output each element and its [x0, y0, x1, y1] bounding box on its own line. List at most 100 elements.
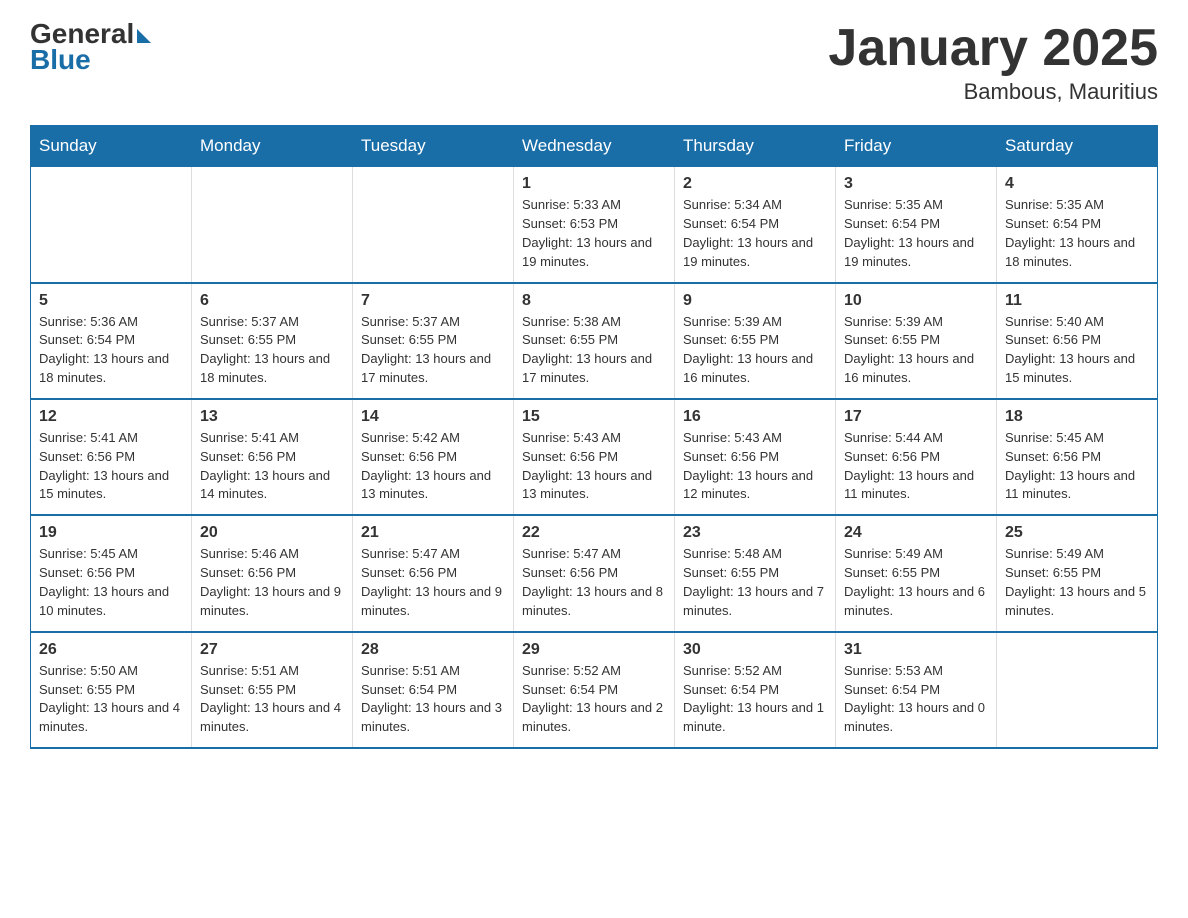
- calendar-cell: 29Sunrise: 5:52 AMSunset: 6:54 PMDayligh…: [514, 632, 675, 748]
- day-info: Sunrise: 5:36 AMSunset: 6:54 PMDaylight:…: [39, 313, 183, 388]
- day-number: 21: [361, 524, 505, 542]
- weekday-header-friday: Friday: [836, 126, 997, 167]
- day-info: Sunrise: 5:35 AMSunset: 6:54 PMDaylight:…: [1005, 196, 1149, 271]
- calendar-cell: 13 Sunrise: 5:41 AMSunset: 6:56 PMDayligh…: [192, 399, 353, 515]
- weekday-header-row: SundayMondayTuesdayWednesdayThursdayFrid…: [31, 126, 1158, 167]
- calendar-cell: [31, 167, 192, 283]
- day-number: 10: [844, 292, 988, 310]
- day-info: Sunrise: 5:51 AMSunset: 6:54 PMDaylight:…: [361, 662, 505, 737]
- weekday-header-tuesday: Tuesday: [353, 126, 514, 167]
- calendar-cell: 27 Sunrise: 5:51 AMSunset: 6:55 PMDayligh…: [192, 632, 353, 748]
- day-number: 23: [683, 524, 827, 542]
- day-number: 15: [522, 408, 666, 426]
- page-header: General Blue January 2025 Bambous, Mauri…: [30, 20, 1158, 105]
- day-info: Sunrise: 5:47 AMSunset: 6:56 PMDaylight:…: [361, 545, 505, 620]
- calendar-cell: 9 Sunrise: 5:39 AMSunset: 6:55 PMDaylight…: [675, 283, 836, 399]
- calendar-cell: 1 Sunrise: 5:33 AMSunset: 6:53 PMDaylight…: [514, 167, 675, 283]
- day-number: 25: [1005, 524, 1149, 542]
- calendar-cell: 10 Sunrise: 5:39 AMSunset: 6:55 PMDayligh…: [836, 283, 997, 399]
- title-block: January 2025 Bambous, Mauritius: [828, 20, 1158, 105]
- day-number: 11: [1005, 292, 1149, 310]
- day-number: 9: [683, 292, 827, 310]
- day-number: 20: [200, 524, 344, 542]
- day-info: Sunrise: 5:48 AMSunset: 6:55 PMDaylight:…: [683, 545, 827, 620]
- day-number: 26: [39, 641, 183, 659]
- calendar-week-row: 1 Sunrise: 5:33 AMSunset: 6:53 PMDaylight…: [31, 167, 1158, 283]
- day-number: 13: [200, 408, 344, 426]
- day-info: Sunrise: 5:42 AMSunset: 6:56 PMDaylight:…: [361, 429, 505, 504]
- day-info: Sunrise: 5:33 AMSunset: 6:53 PMDaylight:…: [522, 196, 666, 271]
- calendar-cell: 3 Sunrise: 5:35 AMSunset: 6:54 PMDaylight…: [836, 167, 997, 283]
- day-info: Sunrise: 5:51 AMSunset: 6:55 PMDaylight:…: [200, 662, 344, 737]
- calendar-cell: [997, 632, 1158, 748]
- calendar-cell: 11 Sunrise: 5:40 AMSunset: 6:56 PMDayligh…: [997, 283, 1158, 399]
- calendar-cell: 5 Sunrise: 5:36 AMSunset: 6:54 PMDaylight…: [31, 283, 192, 399]
- day-info: Sunrise: 5:49 AMSunset: 6:55 PMDaylight:…: [844, 545, 988, 620]
- day-info: Sunrise: 5:37 AMSunset: 6:55 PMDaylight:…: [361, 313, 505, 388]
- day-info: Sunrise: 5:35 AMSunset: 6:54 PMDaylight:…: [844, 196, 988, 271]
- calendar-cell: 23 Sunrise: 5:48 AMSunset: 6:55 PMDayligh…: [675, 515, 836, 631]
- calendar-week-row: 26 Sunrise: 5:50 AMSunset: 6:55 PMDayligh…: [31, 632, 1158, 748]
- day-number: 18: [1005, 408, 1149, 426]
- calendar-cell: [192, 167, 353, 283]
- calendar-cell: 2 Sunrise: 5:34 AMSunset: 6:54 PMDaylight…: [675, 167, 836, 283]
- day-number: 14: [361, 408, 505, 426]
- day-number: 3: [844, 175, 988, 193]
- day-info: Sunrise: 5:40 AMSunset: 6:56 PMDaylight:…: [1005, 313, 1149, 388]
- day-number: 4: [1005, 175, 1149, 193]
- calendar-cell: 6Sunrise: 5:37 AMSunset: 6:55 PMDaylight…: [192, 283, 353, 399]
- day-info: Sunrise: 5:52 AMSunset: 6:54 PMDaylight:…: [522, 662, 666, 737]
- calendar-week-row: 19Sunrise: 5:45 AMSunset: 6:56 PMDayligh…: [31, 515, 1158, 631]
- calendar-title: January 2025: [828, 20, 1158, 77]
- day-info: Sunrise: 5:49 AMSunset: 6:55 PMDaylight:…: [1005, 545, 1149, 620]
- day-info: Sunrise: 5:39 AMSunset: 6:55 PMDaylight:…: [683, 313, 827, 388]
- calendar-table: SundayMondayTuesdayWednesdayThursdayFrid…: [30, 125, 1158, 749]
- calendar-cell: 30Sunrise: 5:52 AMSunset: 6:54 PMDayligh…: [675, 632, 836, 748]
- calendar-cell: 20 Sunrise: 5:46 AMSunset: 6:56 PMDayligh…: [192, 515, 353, 631]
- calendar-cell: 16 Sunrise: 5:43 AMSunset: 6:56 PMDayligh…: [675, 399, 836, 515]
- calendar-cell: 31Sunrise: 5:53 AMSunset: 6:54 PMDayligh…: [836, 632, 997, 748]
- day-info: Sunrise: 5:44 AMSunset: 6:56 PMDaylight:…: [844, 429, 988, 504]
- weekday-header-wednesday: Wednesday: [514, 126, 675, 167]
- calendar-cell: 8Sunrise: 5:38 AMSunset: 6:55 PMDaylight…: [514, 283, 675, 399]
- calendar-cell: 17 Sunrise: 5:44 AMSunset: 6:56 PMDayligh…: [836, 399, 997, 515]
- weekday-header-sunday: Sunday: [31, 126, 192, 167]
- calendar-cell: 7 Sunrise: 5:37 AMSunset: 6:55 PMDaylight…: [353, 283, 514, 399]
- day-number: 17: [844, 408, 988, 426]
- day-info: Sunrise: 5:39 AMSunset: 6:55 PMDaylight:…: [844, 313, 988, 388]
- day-number: 5: [39, 292, 183, 310]
- day-number: 8: [522, 292, 666, 310]
- calendar-cell: [353, 167, 514, 283]
- calendar-cell: 21 Sunrise: 5:47 AMSunset: 6:56 PMDayligh…: [353, 515, 514, 631]
- calendar-cell: 24Sunrise: 5:49 AMSunset: 6:55 PMDayligh…: [836, 515, 997, 631]
- day-info: Sunrise: 5:52 AMSunset: 6:54 PMDaylight:…: [683, 662, 827, 737]
- day-info: Sunrise: 5:43 AMSunset: 6:56 PMDaylight:…: [522, 429, 666, 504]
- day-number: 22: [522, 524, 666, 542]
- calendar-cell: 28Sunrise: 5:51 AMSunset: 6:54 PMDayligh…: [353, 632, 514, 748]
- day-info: Sunrise: 5:41 AMSunset: 6:56 PMDaylight:…: [200, 429, 344, 504]
- day-info: Sunrise: 5:46 AMSunset: 6:56 PMDaylight:…: [200, 545, 344, 620]
- day-number: 19: [39, 524, 183, 542]
- weekday-header-saturday: Saturday: [997, 126, 1158, 167]
- day-number: 12: [39, 408, 183, 426]
- calendar-cell: 4 Sunrise: 5:35 AMSunset: 6:54 PMDaylight…: [997, 167, 1158, 283]
- day-info: Sunrise: 5:43 AMSunset: 6:56 PMDaylight:…: [683, 429, 827, 504]
- calendar-cell: 22Sunrise: 5:47 AMSunset: 6:56 PMDayligh…: [514, 515, 675, 631]
- day-info: Sunrise: 5:45 AMSunset: 6:56 PMDaylight:…: [1005, 429, 1149, 504]
- day-number: 7: [361, 292, 505, 310]
- day-info: Sunrise: 5:53 AMSunset: 6:54 PMDaylight:…: [844, 662, 988, 737]
- weekday-header-thursday: Thursday: [675, 126, 836, 167]
- calendar-subtitle: Bambous, Mauritius: [828, 79, 1158, 105]
- calendar-cell: 14 Sunrise: 5:42 AMSunset: 6:56 PMDayligh…: [353, 399, 514, 515]
- calendar-cell: 15 Sunrise: 5:43 AMSunset: 6:56 PMDayligh…: [514, 399, 675, 515]
- logo-arrow-icon: [137, 29, 151, 43]
- logo: General Blue: [30, 20, 151, 76]
- day-info: Sunrise: 5:50 AMSunset: 6:55 PMDaylight:…: [39, 662, 183, 737]
- day-info: Sunrise: 5:34 AMSunset: 6:54 PMDaylight:…: [683, 196, 827, 271]
- day-number: 1: [522, 175, 666, 193]
- day-number: 27: [200, 641, 344, 659]
- calendar-cell: 25 Sunrise: 5:49 AMSunset: 6:55 PMDayligh…: [997, 515, 1158, 631]
- day-number: 16: [683, 408, 827, 426]
- calendar-cell: 19Sunrise: 5:45 AMSunset: 6:56 PMDayligh…: [31, 515, 192, 631]
- day-number: 2: [683, 175, 827, 193]
